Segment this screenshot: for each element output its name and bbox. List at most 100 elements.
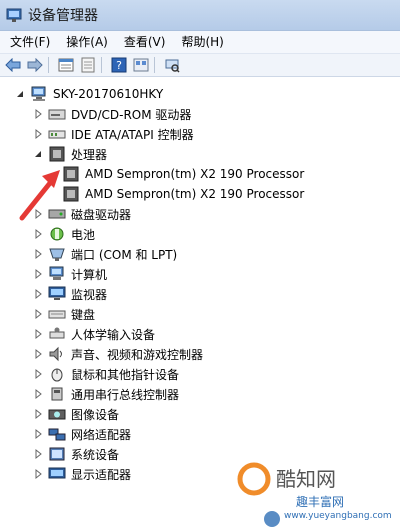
menu-help[interactable]: 帮助(H) [175,32,229,52]
watermark-site: www.yueyangbang.com [284,511,392,521]
tree-node-mouse[interactable]: 鼠标和其他指针设备 [32,364,179,384]
computer-icon [31,86,46,101]
hid-icon [49,327,65,339]
tree-node-label: 显示适配器 [71,467,132,482]
camera-icon [48,409,66,420]
toolbar-separator [48,57,49,73]
expand-icon[interactable] [32,248,44,260]
expand-icon[interactable] [32,268,44,280]
usb-icon [51,387,63,401]
expand-icon[interactable] [32,308,44,320]
expand-icon[interactable] [32,428,44,440]
mouse-icon [51,368,63,382]
window-title: 设备管理器 [28,8,98,24]
collapse-icon[interactable] [32,148,44,160]
help-button[interactable]: ? [110,56,128,74]
view-button[interactable] [132,56,150,74]
ide-icon [48,130,66,139]
expand-icon[interactable] [32,288,44,300]
tree-node-camera[interactable]: 图像设备 [32,404,119,424]
device-tree: SKY-20170610HKY DVD/CD-ROM 驱动器 IDE ATA/A… [0,82,400,529]
tree-node-label: 监视器 [71,287,108,302]
help-icon: ? [111,57,127,73]
tree-node-label: 键盘 [71,307,96,322]
expand-icon[interactable] [32,408,44,420]
tree-node-hid[interactable]: 人体学输入设备 [32,324,155,344]
menu-file[interactable]: 文件(F) [4,32,56,52]
expand-icon[interactable] [32,128,44,140]
tree-child-cpu-1[interactable]: AMD Sempron(tm) X2 190 Processor [62,164,304,184]
tree-child-label: AMD Sempron(tm) X2 190 Processor [85,187,305,201]
toolbar-separator [101,57,102,73]
tree-node-ide[interactable]: IDE ATA/ATAPI 控制器 [32,124,194,144]
tree-node-label: 人体学输入设备 [71,327,156,342]
tree-child-cpu-2[interactable]: AMD Sempron(tm) X2 190 Processor [62,184,304,204]
expand-icon[interactable] [32,108,44,120]
scan-icon [81,57,95,73]
tree-node-label: 端口 (COM 和 LPT) [71,247,178,262]
tree-node-port[interactable]: 端口 (COM 和 LPT) [32,244,177,264]
tree-node-label: 计算机 [71,267,108,282]
tree-node-computer[interactable]: 计算机 [32,264,107,284]
tree-node-battery[interactable]: 电池 [32,224,95,244]
expand-icon[interactable] [32,368,44,380]
properties-button[interactable] [57,56,75,74]
expand-icon[interactable] [32,348,44,360]
expand-icon[interactable] [32,388,44,400]
tree-node-usb[interactable]: 通用串行总线控制器 [32,384,179,404]
tree-node-processor[interactable]: 处理器 [32,144,107,164]
collapse-icon[interactable] [14,88,26,100]
tree-node-sound[interactable]: 声音、视频和游戏控制器 [32,344,203,364]
device-manager-icon [6,8,22,22]
monitor-icon [48,286,66,300]
scan-button[interactable] [79,56,97,74]
cpu-icon [49,146,65,162]
tree-node-dvd[interactable]: DVD/CD-ROM 驱动器 [32,104,191,124]
expand-icon[interactable] [32,448,44,460]
watermark-brand: 酷知网 [276,467,336,491]
toolbar: ? [0,54,400,77]
tree-node-system[interactable]: 系统设备 [32,444,119,464]
expand-icon[interactable] [32,328,44,340]
tree-node-label: 电池 [71,227,96,242]
expand-icon[interactable] [32,228,44,240]
forward-button[interactable] [26,56,44,74]
tree-node-label: 磁盘驱动器 [71,207,132,222]
view-icon [133,58,149,72]
watermark-slogan: 趣丰富网 [296,495,345,509]
tree-node-label: DVD/CD-ROM 驱动器 [71,107,192,122]
tree-node-network[interactable]: 网络适配器 [32,424,131,444]
device-button[interactable] [163,56,181,74]
tree-node-label: 通用串行总线控制器 [71,387,180,402]
sound-icon [49,346,62,362]
red-arrow-annotation [19,170,60,221]
battery-icon [50,227,64,241]
toolbar-separator [154,57,155,73]
dvd-icon [48,109,66,120]
tree-child-label: AMD Sempron(tm) X2 190 Processor [85,167,305,181]
cpu-icon [63,186,79,202]
tree-node-label: 声音、视频和游戏控制器 [71,347,204,362]
tree-node-label: 鼠标和其他指针设备 [71,367,180,382]
tree-node-monitor[interactable]: 监视器 [32,284,107,304]
computer-icon [49,266,64,280]
tree-node-label: IDE ATA/ATAPI 控制器 [71,127,194,142]
keyboard-icon [48,310,66,319]
menu-view[interactable]: 查看(V) [118,32,172,52]
port-icon [49,248,65,261]
tree-node-label: 处理器 [71,147,108,162]
system-icon [49,447,65,461]
cpu-icon [63,166,79,182]
tree-node-label: 图像设备 [71,407,120,422]
menu-action[interactable]: 操作(A) [60,32,114,52]
properties-icon [58,58,74,72]
tree-node-keyboard[interactable]: 键盘 [32,304,95,324]
back-button[interactable] [4,56,22,74]
watermark: 酷知网 趣丰富网 www.yueyangbang.com [236,457,396,527]
device-icon [165,59,180,73]
tree-node-label: 网络适配器 [71,427,132,442]
menu-bar: 文件(F) 操作(A) 查看(V) 帮助(H) [0,31,400,54]
tree-node-display[interactable]: 显示适配器 [32,464,131,484]
expand-icon[interactable] [32,468,44,480]
tree-root[interactable]: SKY-20170610HKY [14,84,163,104]
